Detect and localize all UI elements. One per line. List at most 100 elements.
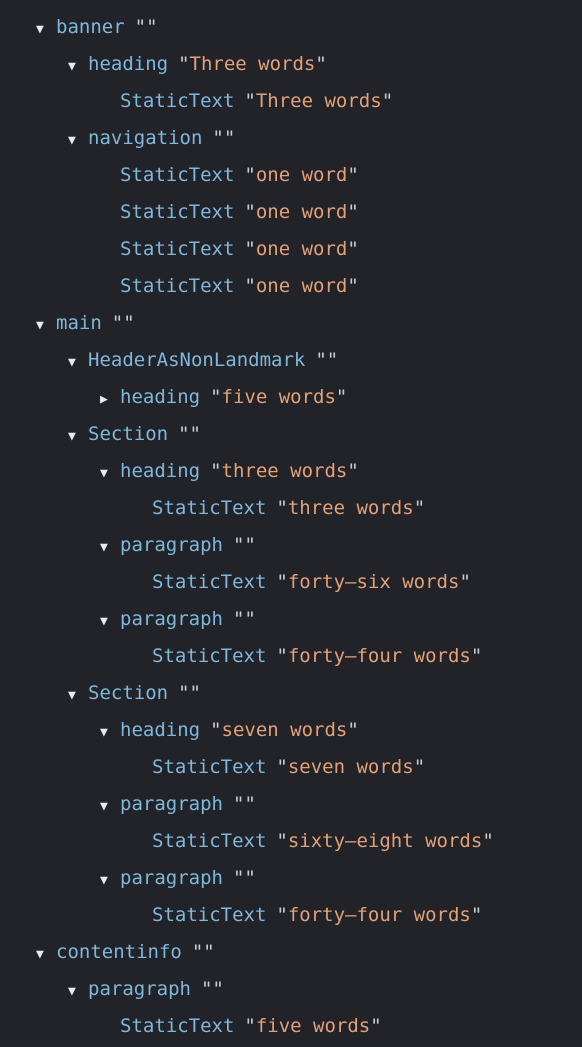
value-open-quote: " [178,53,190,75]
disclosure-triangle-expanded-icon[interactable]: ▼ [68,677,88,714]
disclosure-triangle-expanded-icon[interactable]: ▼ [68,973,88,1010]
node-role: StaticText [152,830,267,852]
node-role: StaticText [120,90,235,112]
tree-row[interactable]: ▼ paragraph "" [0,860,582,897]
value-open-quote: " [210,386,222,408]
value-open-quote: " [244,0,255,1]
value-close-quote: " [413,497,426,519]
disclosure-triangle-expanded-icon[interactable]: ▼ [100,603,120,640]
value-open-quote: " [244,201,256,223]
tree-row[interactable]: ▼StaticText "sixty–eight words" [0,823,582,860]
disclosure-triangle-expanded-icon[interactable]: ▼ [100,714,120,751]
value-open-quote: " [276,497,288,519]
value-open-quote: " [276,756,288,778]
value-close-quote: " [244,534,256,556]
node-role: Section [88,682,169,704]
value-close-quote: " [189,423,201,445]
tree-row[interactable]: ▶ heading "five words" [0,379,582,416]
node-role: paragraph [120,534,223,556]
tree-row[interactable]: ▼ paragraph "" [0,971,582,1008]
tree-row[interactable]: ▼StaticText "forty–six words" [0,564,582,601]
disclosure-spacer: ▼ [132,899,152,936]
node-role: navigation [88,127,203,149]
value-close-quote: " [223,127,236,149]
tree-row[interactable]: ▼StaticText "forty–four words" [0,638,582,675]
node-role: StaticText [120,164,235,186]
value-open-quote: " [232,793,245,815]
tree-row[interactable]: ▼StaticText "five words" [0,1008,582,1045]
node-role: StaticText [120,275,235,297]
tree-row[interactable]: ▼StaticText"one word" [0,231,582,268]
disclosure-triangle-expanded-icon[interactable]: ▼ [68,344,88,381]
tree-row[interactable]: ▼ HeaderAsNonLandmark "" [0,342,582,379]
disclosure-spacer: ▼ [132,751,152,788]
tree-row[interactable]: ▼ Section "" [0,675,582,712]
tree-row[interactable]: ▼StaticText "three words" [0,490,582,527]
tree-row[interactable]: ▼ heading "three words" [0,453,582,490]
node-value: seven words [221,719,348,741]
value-open-quote: " [191,941,204,963]
node-role: banner [56,16,125,38]
disclosure-spacer: ▼ [100,270,120,307]
value-open-quote: " [232,608,245,630]
disclosure-triangle-expanded-icon[interactable]: ▼ [100,788,120,825]
tree-row[interactable]: ▼StaticText"one word" [0,157,582,194]
tree-row[interactable]: ▼ paragraph "" [0,786,582,823]
value-open-quote: " [276,645,288,667]
value-open-quote: " [210,460,222,482]
disclosure-triangle-collapsed-icon[interactable]: ▶ [100,381,120,418]
value-close-quote: " [335,386,348,408]
tree-row[interactable]: ▼ paragraph "" [0,527,582,564]
disclosure-triangle-expanded-icon[interactable]: ▼ [100,529,120,566]
value-close-quote: " [123,312,135,334]
value-close-quote: " [470,645,483,667]
disclosure-triangle-expanded-icon[interactable]: ▼ [36,936,56,973]
node-role: heading [120,460,201,482]
tree-row[interactable]: ▼ Section "" [0,416,582,453]
accessibility-tree-rows: ▼StaticText"one word"▼banner""▼heading"T… [0,0,582,1045]
node-role: HeaderAsNonLandmark [88,349,306,371]
accessibility-tree-panel: ▼StaticText"one word"▼banner""▼heading"T… [0,0,582,1046]
tree-row[interactable]: ▼StaticText "seven words" [0,749,582,786]
tree-row[interactable]: ▼ paragraph "" [0,601,582,638]
disclosure-triangle-expanded-icon[interactable]: ▼ [68,418,88,455]
tree-row[interactable]: ▼StaticText"one word" [0,194,582,231]
tree-row[interactable]: ▼StaticText "Three words" [0,83,582,120]
value-close-quote: " [189,682,201,704]
value-open-quote: " [210,719,222,741]
tree-row[interactable]: ▼StaticText"one word" [0,268,582,305]
value-close-quote: " [413,756,426,778]
value-open-quote: " [276,830,288,852]
disclosure-triangle-expanded-icon[interactable]: ▼ [68,122,88,159]
tree-row[interactable]: ▼ heading "Three words" [0,46,582,83]
value-close-quote: " [212,978,224,1000]
disclosure-triangle-expanded-icon[interactable]: ▼ [68,48,88,85]
node-role: paragraph [88,978,191,1000]
node-role: StaticText [152,645,267,667]
node-value: one word [255,201,348,223]
tree-row[interactable]: ▼ navigation "" [0,120,582,157]
tree-row[interactable]: ▼StaticText "forty–four words" [0,897,582,934]
tree-row[interactable]: ▼ main "" [0,305,582,342]
disclosure-triangle-expanded-icon[interactable]: ▼ [36,307,56,344]
value-close-quote: " [326,349,339,371]
value-open-quote: " [276,571,288,593]
node-role: main [56,312,102,334]
tree-row[interactable]: ▼ heading "seven words" [0,712,582,749]
tree-row[interactable]: ▼StaticText"one word" [0,0,582,9]
disclosure-triangle-expanded-icon[interactable]: ▼ [100,455,120,492]
disclosure-triangle-expanded-icon[interactable]: ▼ [36,11,56,48]
tree-row[interactable]: ▼ banner "" [0,9,582,46]
node-role: StaticText [120,238,235,260]
node-value: forty–four words [287,904,471,926]
value-open-quote: " [111,312,124,334]
node-role: StaticText [152,571,267,593]
tree-row[interactable]: ▼ contentinfo "" [0,934,582,971]
disclosure-triangle-expanded-icon[interactable]: ▼ [100,862,120,899]
node-value: Three words [255,90,382,112]
value-close-quote: " [470,904,483,926]
node-role: StaticText [120,0,234,1]
disclosure-spacer: ▼ [100,159,120,196]
value-close-quote: " [347,201,359,223]
value-close-quote: " [244,608,256,630]
